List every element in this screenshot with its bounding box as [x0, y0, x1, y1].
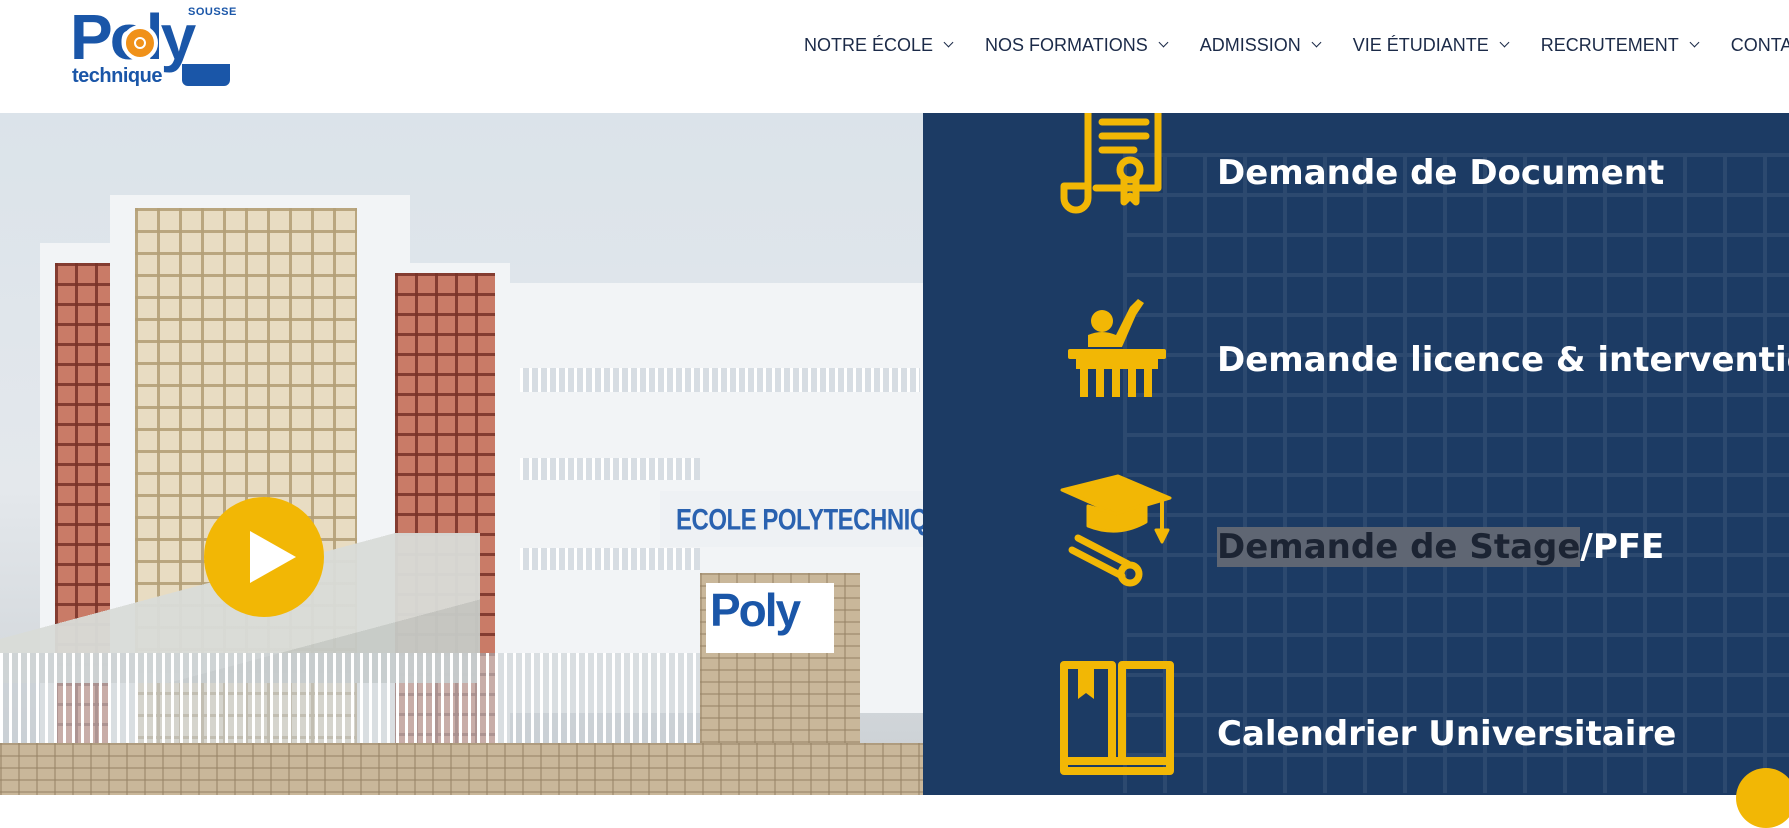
- service-label: Calendrier Universitaire: [1217, 714, 1676, 754]
- chevron-down-icon: [1158, 37, 1169, 47]
- service-item-licence-intervention[interactable]: Demande licence & intervention: [923, 285, 1789, 445]
- campus-hero-image: ECOLE POLYTECHNIQUE DE SOUSSE Poly: [0, 113, 923, 795]
- nav-item-label: RECRUTEMENT: [1540, 34, 1679, 55]
- front-stone-wall: [0, 743, 923, 795]
- selected-text: Demande de Stage: [1217, 527, 1581, 567]
- nav-item-vie-etudiante[interactable]: VIE ÉTUDIANTE: [1352, 34, 1510, 56]
- entrance-logo-sign: Poly: [706, 583, 834, 653]
- nav-item-label: ADMISSION: [1199, 34, 1301, 55]
- balcony-railing-2: [520, 458, 700, 480]
- service-label-text: Demande de Document: [1217, 153, 1665, 193]
- play-video-button[interactable]: [204, 497, 324, 617]
- nav-item-notre-ecole[interactable]: NOTRE ÉCOLE: [804, 34, 954, 56]
- services-panel: Demande de Document Demande licence & in…: [923, 113, 1789, 795]
- student-raising-hand-icon: [1068, 299, 1166, 397]
- nav-item-admission[interactable]: ADMISSION: [1199, 34, 1322, 56]
- polytechnique-sousse-logo[interactable]: Poly SOUSSE technique: [70, 5, 236, 87]
- service-label-text: Calendrier Universitaire: [1217, 714, 1677, 754]
- nav-item-contact[interactable]: CONTACT: [1731, 35, 1789, 56]
- service-label-text: Demande licence & intervention: [1217, 340, 1789, 380]
- service-item-stage-pfe[interactable]: Demande de Stage/PFE: [923, 472, 1789, 632]
- nav-item-recrutement[interactable]: RECRUTEMENT: [1540, 34, 1700, 56]
- chat-launcher-button[interactable]: [1736, 768, 1789, 828]
- chevron-down-icon: [1499, 37, 1510, 47]
- chevron-down-icon: [943, 37, 954, 47]
- logo-tagline: technique: [72, 65, 162, 87]
- chevron-down-icon: [1311, 37, 1322, 47]
- nav-item-label: NOTRE ÉCOLE: [804, 34, 934, 55]
- graduation-cap-diploma-icon: [1060, 474, 1172, 587]
- logo-underbar: [182, 64, 230, 86]
- logo-ring-icon: [122, 25, 158, 61]
- service-label-text: /PFE: [1580, 527, 1665, 567]
- service-label: Demande de Document: [1217, 153, 1664, 193]
- nav-item-label: CONTACT: [1730, 34, 1789, 55]
- main-navigation: NOTRE ÉCOLE NOS FORMATIONS ADMISSION VIE…: [804, 30, 1789, 60]
- service-label: Demande licence & intervention: [1217, 340, 1789, 380]
- school-sign-text: ECOLE POLYTECHNIQUE DE SOUSSE: [676, 503, 923, 537]
- balcony-railing-3: [520, 548, 700, 570]
- nav-item-nos-formations[interactable]: NOS FORMATIONS: [985, 34, 1169, 56]
- nav-item-label: VIE ÉTUDIANTE: [1352, 34, 1489, 55]
- service-label: Demande de Stage/PFE: [1217, 527, 1664, 567]
- chevron-down-icon: [1689, 37, 1700, 47]
- service-item-document-request[interactable]: Demande de Document: [923, 113, 1789, 258]
- logo-subtitle: SOUSSE: [188, 6, 237, 18]
- site-header: Poly SOUSSE technique NOTRE ÉCOLE NOS FO…: [0, 0, 1789, 113]
- balcony-railing-1: [520, 368, 920, 392]
- entrance-logo-text: Poly: [710, 584, 801, 636]
- scroll-certificate-icon: [1060, 113, 1162, 214]
- nav-item-label: NOS FORMATIONS: [985, 34, 1148, 55]
- open-book-icon: [1060, 661, 1174, 775]
- service-item-calendrier[interactable]: Calendrier Universitaire: [923, 659, 1789, 795]
